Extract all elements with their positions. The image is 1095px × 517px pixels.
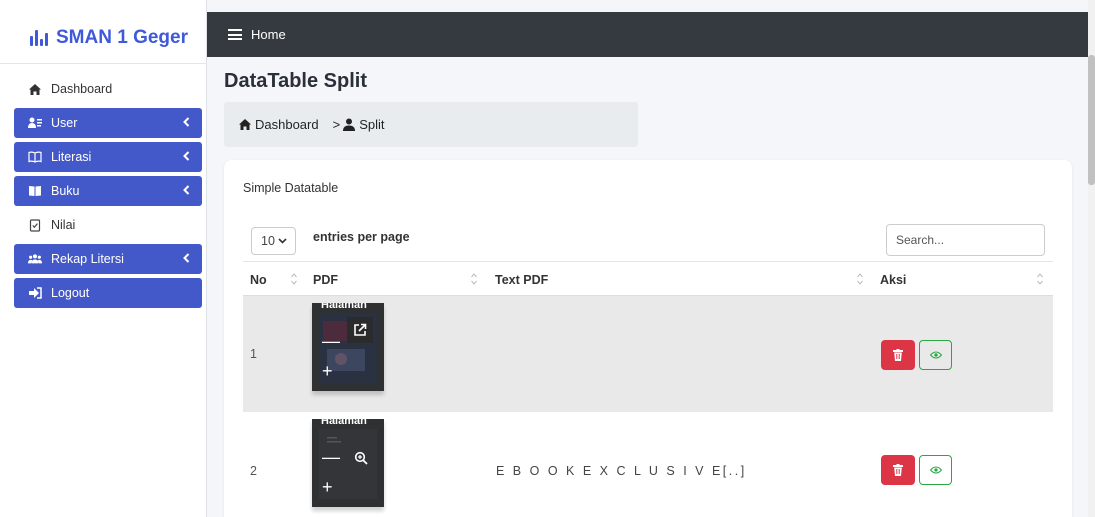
sidebar-item-label: Rekap Litersi xyxy=(51,252,124,266)
column-header-pdf[interactable]: PDF xyxy=(313,273,338,287)
row-number: 2 xyxy=(250,464,257,478)
sidebar: SMAN 1 Geger Dashboard User Literasi Buk… xyxy=(0,0,207,517)
row-text-pdf: E B O O K E X C L U S I V E[..] xyxy=(496,464,747,478)
logout-icon xyxy=(28,286,42,300)
page-title: DataTable Split xyxy=(224,70,367,92)
home-icon xyxy=(238,118,252,131)
table-row: 1 Halaman — + xyxy=(243,296,1053,412)
table-row: 2 Halaman — + E B O O K E X C L U S I V … xyxy=(243,412,1053,517)
chevron-left-icon xyxy=(183,253,190,263)
breadcrumb-home-link[interactable]: Dashboard xyxy=(255,117,319,132)
pdf-thumbnail[interactable]: Halaman — + xyxy=(312,419,384,507)
zoom-out-icon[interactable]: — xyxy=(322,332,340,350)
chevron-down-icon xyxy=(278,238,287,244)
pdf-page-label: Halaman xyxy=(321,303,367,311)
trash-icon xyxy=(893,464,903,476)
chevron-left-icon xyxy=(183,151,190,161)
brand-logo-icon xyxy=(28,27,50,49)
book-icon xyxy=(28,184,42,198)
home-icon xyxy=(28,82,42,96)
row-number: 1 xyxy=(250,347,257,361)
sidebar-item-buku[interactable]: Buku xyxy=(14,176,202,206)
open-external-icon[interactable] xyxy=(347,317,373,343)
sidebar-item-rekap-litersi[interactable]: Rekap Litersi xyxy=(14,244,202,274)
checklist-icon xyxy=(28,218,42,232)
chevron-left-icon xyxy=(183,117,190,127)
topbar: Home xyxy=(207,12,1088,57)
zoom-in-plus-icon[interactable]: + xyxy=(322,478,333,496)
zoom-in-icon[interactable] xyxy=(354,450,368,468)
chevron-left-icon xyxy=(183,185,190,195)
sort-icon[interactable] xyxy=(471,272,477,286)
group-icon xyxy=(28,252,42,266)
scrollbar[interactable] xyxy=(1088,0,1095,517)
sidebar-item-label: Literasi xyxy=(51,150,92,164)
user-icon xyxy=(342,118,356,131)
zoom-in-plus-icon[interactable]: + xyxy=(322,362,333,380)
menu-toggle-icon[interactable] xyxy=(228,29,242,40)
entries-per-page-label: entries per page xyxy=(313,230,410,244)
search-input[interactable] xyxy=(886,224,1045,256)
breadcrumb-current: Split xyxy=(359,117,385,132)
column-header-text-pdf[interactable]: Text PDF xyxy=(495,273,548,287)
sidebar-item-label: Logout xyxy=(51,286,90,300)
pdf-thumbnail[interactable]: Halaman — + xyxy=(312,303,384,391)
sidebar-item-label: Dashboard xyxy=(51,82,113,96)
sidebar-item-logout[interactable]: Logout xyxy=(14,278,202,308)
sidebar-item-label: Buku xyxy=(51,184,80,198)
view-button[interactable] xyxy=(919,455,952,485)
view-button[interactable] xyxy=(919,340,952,370)
delete-button[interactable] xyxy=(881,340,915,370)
column-header-no[interactable]: No xyxy=(250,273,267,287)
sidebar-item-literasi[interactable]: Literasi xyxy=(14,142,202,172)
sidebar-nav: Dashboard User Literasi Buku Nilai Rekap… xyxy=(14,74,202,312)
sidebar-item-nilai[interactable]: Nilai xyxy=(14,210,202,240)
trash-icon xyxy=(893,349,903,361)
topbar-home-link[interactable]: Home xyxy=(251,27,286,42)
brand-name: SMAN 1 Geger xyxy=(56,26,188,48)
eye-icon xyxy=(929,351,942,359)
entries-per-page-value: 10 xyxy=(261,234,275,248)
entries-per-page-select[interactable]: 10 xyxy=(251,227,296,255)
sidebar-item-dashboard[interactable]: Dashboard xyxy=(14,74,202,104)
sort-icon[interactable] xyxy=(291,272,297,286)
breadcrumb-separator: > xyxy=(332,117,341,132)
datatable-card: Simple Datatable 10 entries per page No … xyxy=(224,160,1072,517)
delete-button[interactable] xyxy=(881,455,915,485)
column-header-aksi[interactable]: Aksi xyxy=(880,273,906,287)
breadcrumb: Dashboard > Split xyxy=(224,102,638,147)
sidebar-item-user[interactable]: User xyxy=(14,108,202,138)
sidebar-item-label: Nilai xyxy=(51,218,76,232)
users-icon xyxy=(28,116,42,130)
brand[interactable]: SMAN 1 Geger xyxy=(0,12,207,64)
zoom-out-icon[interactable]: — xyxy=(322,448,340,466)
book-open-icon xyxy=(28,150,42,164)
table-header: No PDF Text PDF Aksi xyxy=(243,261,1053,296)
sidebar-item-label: User xyxy=(51,116,78,130)
scrollbar-thumb[interactable] xyxy=(1088,55,1095,185)
pdf-page-label: Halaman xyxy=(321,419,367,427)
card-title: Simple Datatable xyxy=(243,181,339,195)
eye-icon xyxy=(929,466,942,474)
sort-icon[interactable] xyxy=(857,272,863,286)
sort-icon[interactable] xyxy=(1037,272,1043,286)
